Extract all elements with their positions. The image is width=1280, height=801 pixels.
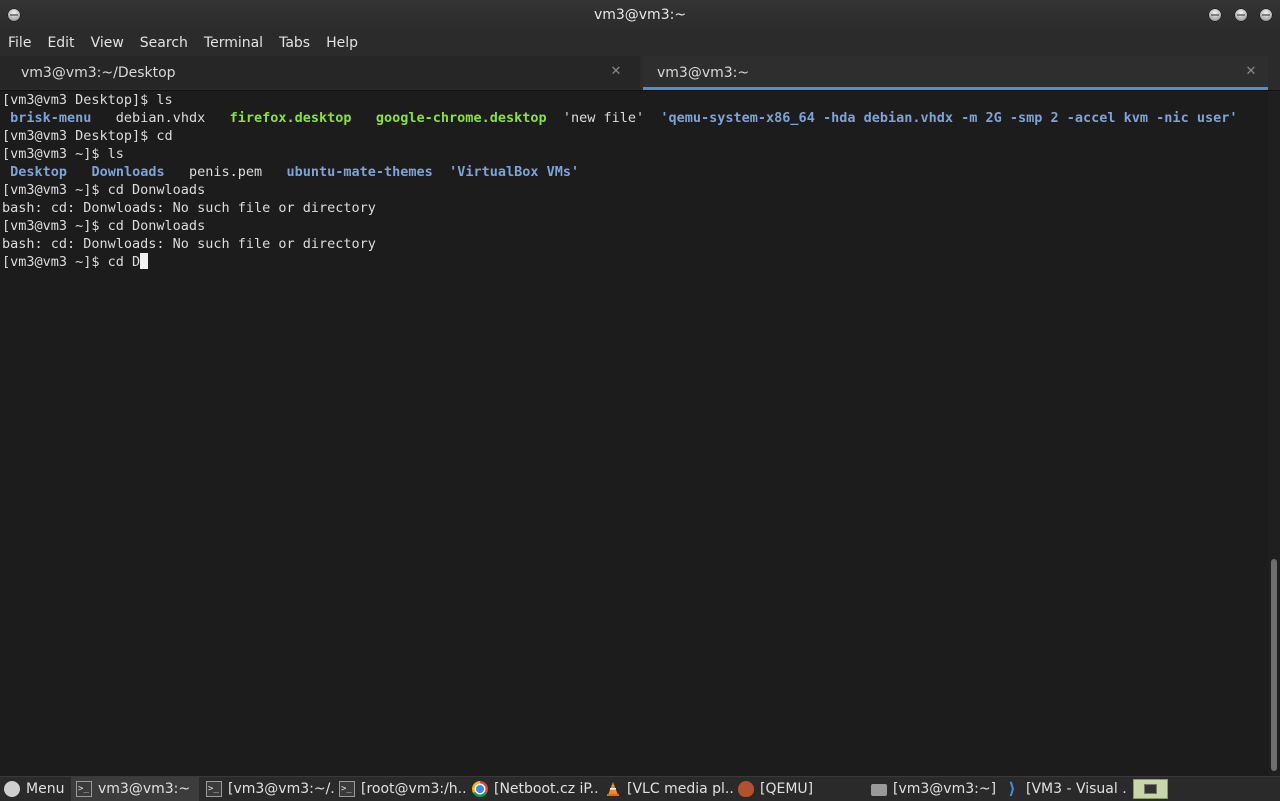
terminal-text: 'qemu-system-x86_64 -hda debian.vhdx -m … — [660, 110, 1238, 126]
window-menu-button[interactable] — [7, 8, 21, 22]
title-bar: vm3@vm3:~ — [0, 0, 1280, 30]
terminal-text: debian.vhdx — [91, 110, 230, 126]
terminal-text: [vm3@vm3 ~]$ cd D — [2, 254, 141, 270]
menu-button[interactable]: Menu — [4, 777, 66, 801]
terminal-line: bash: cd: Donwloads: No such file or dir… — [2, 199, 376, 217]
terminal-line: bash: cd: Donwloads: No such file or dir… — [2, 235, 376, 253]
taskbar-item[interactable]: [vm3@vm3:~/... — [206, 777, 334, 801]
taskbar-item-label: [Netboot.cz iP... — [494, 781, 600, 797]
terminal-text: google-chrome.desktop — [375, 110, 547, 126]
taskbar-item[interactable]: [VLC media pl... — [605, 777, 733, 801]
menu-file[interactable]: File — [0, 30, 39, 56]
minimize-button[interactable] — [1208, 8, 1222, 22]
taskbar-item[interactable]: vm3@vm3:~ — [71, 777, 199, 801]
terminal-text: [vm3@vm3 Desktop]$ ls — [2, 92, 173, 108]
terminal-icon — [76, 781, 92, 797]
taskbar-item-label: [vm3@vm3:~] — [893, 781, 997, 797]
terminal-text: firefox.desktop — [229, 110, 352, 126]
terminal-text: penis.pem — [164, 164, 287, 180]
terminal-text: brisk-menu — [10, 110, 92, 126]
taskbar: Menu vm3@vm3:~ [vm3@vm3:~/... [root@vm3:… — [0, 776, 1280, 801]
taskbar-item-label: [vm3@vm3:~/... — [228, 781, 334, 797]
taskbar-item[interactable]: [QEMU] — [738, 777, 866, 801]
menu-search[interactable]: Search — [132, 30, 196, 56]
vlc-icon — [605, 781, 621, 797]
terminal-text: bash: cd: Donwloads: No such file or dir… — [2, 200, 376, 216]
taskbar-item-label: vm3@vm3:~ — [98, 781, 191, 797]
menu-edit[interactable]: Edit — [39, 30, 82, 56]
terminal-line: brisk-menu debian.vhdx firefox.desktop g… — [2, 109, 1237, 127]
text-cursor — [140, 253, 149, 269]
menu-bar: File Edit View Search Terminal Tabs Help — [0, 30, 1280, 56]
terminal-text: [vm3@vm3 ~]$ cd Donwloads — [2, 182, 206, 198]
chrome-icon — [472, 781, 488, 797]
tab-label: vm3@vm3:~/Desktop — [21, 64, 176, 81]
taskbar-item[interactable]: [root@vm3:/h... — [339, 777, 467, 801]
menu-label: Menu — [26, 781, 65, 797]
terminal-text: Downloads — [91, 164, 165, 180]
terminal-line: [vm3@vm3 Desktop]$ cd — [2, 127, 173, 145]
taskbar-item[interactable]: [vm3@vm3:~] — [871, 777, 999, 801]
terminal-text: [vm3@vm3 ~]$ ls — [2, 146, 124, 162]
maximize-button[interactable] — [1234, 8, 1248, 22]
folder-icon — [871, 784, 887, 796]
terminal-line: [vm3@vm3 ~]$ ls — [2, 145, 124, 163]
menu-help[interactable]: Help — [318, 30, 366, 56]
terminal-line: [vm3@vm3 Desktop]$ ls — [2, 91, 173, 109]
close-icon[interactable]: ✕ — [608, 64, 624, 80]
terminal-line: [vm3@vm3 ~]$ cd D — [2, 253, 149, 271]
terminal-text: 'new file' — [546, 110, 661, 126]
terminal-line: [vm3@vm3 ~]$ cd Donwloads — [2, 217, 205, 235]
vscode-icon: ⟩ — [1008, 779, 1016, 798]
tab-desktop[interactable]: vm3@vm3:~/Desktop ✕ — [0, 56, 640, 89]
terminal-scrollbar[interactable] — [1268, 91, 1280, 776]
terminal-line: Desktop Downloads penis.pem ubuntu-mate-… — [2, 163, 579, 181]
terminal-line: [vm3@vm3 ~]$ cd Donwloads — [2, 181, 205, 199]
taskbar-item-label: [VLC media pl... — [627, 781, 733, 797]
close-icon[interactable]: ✕ — [1243, 64, 1259, 80]
taskbar-item-label: [VM3 - Visual ... — [1026, 781, 1128, 797]
taskbar-item-label: [QEMU] — [760, 781, 814, 797]
taskbar-item[interactable]: [Netboot.cz iP... — [472, 777, 600, 801]
terminal-icon — [206, 781, 222, 797]
terminal-text: ubuntu-mate-themes — [286, 164, 433, 180]
tab-home[interactable]: vm3@vm3:~ ✕ — [643, 56, 1268, 90]
close-window-button[interactable] — [1259, 8, 1273, 22]
show-desktop-button[interactable] — [1133, 779, 1168, 799]
terminal-text: bash: cd: Donwloads: No such file or dir… — [2, 236, 376, 252]
tab-bar: vm3@vm3:~/Desktop ✕ vm3@vm3:~ ✕ — [0, 56, 1280, 91]
terminal-text: 'VirtualBox VMs' — [449, 164, 580, 180]
terminal-text: [vm3@vm3 Desktop]$ cd — [2, 128, 173, 144]
window-title: vm3@vm3:~ — [593, 7, 687, 23]
scrollbar-thumb[interactable] — [1271, 559, 1277, 771]
taskbar-item[interactable]: ⟩ [VM3 - Visual ... — [1004, 777, 1128, 801]
menu-terminal[interactable]: Terminal — [196, 30, 271, 56]
terminal-icon — [339, 781, 355, 797]
qemu-icon — [738, 781, 754, 797]
taskbar-item-label: [root@vm3:/h... — [361, 781, 467, 797]
menu-view[interactable]: View — [83, 30, 132, 56]
menu-icon — [4, 781, 20, 797]
terminal-output[interactable]: [vm3@vm3 Desktop]$ ls brisk-menu debian.… — [0, 91, 1268, 776]
terminal-text: [vm3@vm3 ~]$ cd Donwloads — [2, 218, 206, 234]
menu-tabs[interactable]: Tabs — [271, 30, 318, 56]
terminal-text: Desktop — [10, 164, 68, 180]
tab-label: vm3@vm3:~ — [657, 64, 750, 81]
